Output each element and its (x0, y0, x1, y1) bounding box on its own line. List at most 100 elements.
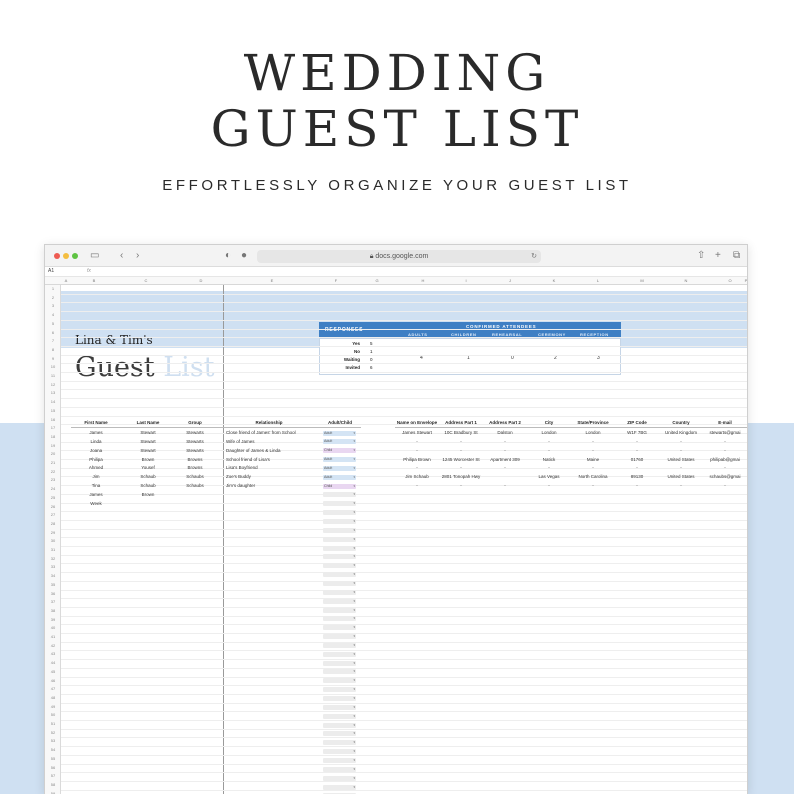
freeze-line[interactable] (223, 285, 224, 794)
relationship-cell[interactable]: Close friend of James' from School (226, 430, 316, 435)
adult-child-dropdown[interactable]: ▾ (323, 536, 356, 542)
row-number[interactable]: 57 (45, 773, 60, 778)
address-cell[interactable]: - (703, 465, 747, 470)
address-cell[interactable]: United Kingdom (659, 430, 703, 435)
maximize-window-button[interactable] (72, 253, 78, 259)
table-cell[interactable]: Stewart (123, 430, 173, 435)
column-letter[interactable]: N (682, 278, 690, 283)
row-number[interactable]: 42 (45, 643, 60, 648)
table-cell[interactable]: James (71, 430, 121, 435)
chevron-down-icon[interactable]: ▾ (353, 714, 355, 719)
row-number[interactable]: 48 (45, 695, 60, 700)
row-number[interactable]: 45 (45, 669, 60, 674)
chevron-down-icon[interactable]: ▾ (353, 776, 355, 781)
address-cell[interactable]: - (527, 439, 571, 444)
address-cell[interactable]: - (659, 465, 703, 470)
share-icon[interactable]: ⇧ (697, 249, 705, 263)
address-cell[interactable]: James Stewart (395, 430, 439, 435)
adult-child-dropdown[interactable]: ▾ (323, 687, 356, 693)
address-cell[interactable]: - (527, 448, 571, 453)
table-cell[interactable]: Joana (71, 448, 121, 453)
address-cell[interactable]: - (703, 483, 747, 488)
row-number[interactable]: 25 (45, 495, 60, 500)
row-number[interactable]: 26 (45, 504, 60, 509)
table-cell[interactable]: Jim (71, 474, 121, 479)
column-letter[interactable]: J (506, 278, 514, 283)
address-cell[interactable]: - (483, 483, 527, 488)
chevron-down-icon[interactable]: ▾ (353, 528, 355, 533)
row-number[interactable]: 37 (45, 599, 60, 604)
adult-child-dropdown[interactable]: ▾ (323, 598, 356, 604)
adult-child-dropdown[interactable]: Adult ▾ (323, 465, 356, 471)
address-cell[interactable]: 01760 (615, 457, 659, 462)
column-letter[interactable]: M (638, 278, 646, 283)
address-cell[interactable]: Natick (527, 457, 571, 462)
column-letter[interactable]: G (373, 278, 381, 283)
adult-child-dropdown[interactable]: ▾ (323, 580, 356, 586)
column-letter[interactable]: C (142, 278, 150, 283)
chevron-down-icon[interactable]: ▾ (353, 678, 355, 683)
address-cell[interactable]: - (659, 448, 703, 453)
row-number[interactable]: 21 (45, 460, 60, 465)
address-cell[interactable]: - (395, 483, 439, 488)
row-number[interactable]: 22 (45, 469, 60, 474)
row-number[interactable]: 17 (45, 425, 60, 430)
address-cell[interactable]: - (615, 465, 659, 470)
address-cell[interactable]: 10C Bradbury St (439, 430, 483, 435)
table-cell[interactable]: Schaubs (175, 474, 215, 479)
row-number[interactable]: 46 (45, 678, 60, 683)
address-cell[interactable]: - (659, 483, 703, 488)
chevron-down-icon[interactable]: ▾ (353, 669, 355, 674)
address-cell[interactable]: Jim Schaub (395, 474, 439, 479)
minimize-window-button[interactable] (63, 253, 69, 259)
address-cell[interactable]: - (439, 439, 483, 444)
relationship-cell[interactable]: Lisa's Boyfriend (226, 465, 316, 470)
row-number[interactable]: 38 (45, 608, 60, 613)
column-letter[interactable]: L (594, 278, 602, 283)
table-cell[interactable]: Yousef (123, 465, 173, 470)
row-number[interactable]: 16 (45, 417, 60, 422)
chevron-down-icon[interactable]: ▾ (353, 431, 355, 436)
address-cell[interactable]: 89130 (615, 474, 659, 479)
row-number[interactable]: 49 (45, 704, 60, 709)
relationship-cell[interactable]: Daughter of James & Linda (226, 448, 316, 453)
row-number[interactable]: 36 (45, 591, 60, 596)
column-letter[interactable]: H (419, 278, 427, 283)
address-cell[interactable]: - (571, 439, 615, 444)
row-number[interactable]: 5 (45, 321, 60, 326)
row-number[interactable]: 6 (45, 330, 60, 335)
row-number[interactable]: 20 (45, 451, 60, 456)
chevron-down-icon[interactable]: ▾ (353, 590, 355, 595)
table-cell[interactable]: Ahmed (71, 465, 121, 470)
row-number[interactable]: 23 (45, 477, 60, 482)
table-cell[interactable]: Week (71, 501, 121, 506)
address-cell[interactable]: 2801 Tonopah Hwy (439, 474, 483, 479)
chevron-down-icon[interactable]: ▾ (353, 687, 355, 692)
row-number[interactable]: 30 (45, 538, 60, 543)
table-cell[interactable]: Schaubs (175, 483, 215, 488)
chevron-down-icon[interactable]: ▾ (353, 537, 355, 542)
address-cell[interactable]: Philipa Brown (395, 457, 439, 462)
address-cell[interactable]: - (439, 448, 483, 453)
close-window-button[interactable] (54, 253, 60, 259)
table-cell[interactable]: Stewart (123, 439, 173, 444)
adult-child-dropdown[interactable]: Child ▾ (323, 448, 356, 454)
row-number[interactable]: 12 (45, 382, 60, 387)
row-number[interactable]: 14 (45, 399, 60, 404)
adult-child-dropdown[interactable]: ▾ (323, 554, 356, 560)
row-number[interactable]: 35 (45, 582, 60, 587)
address-cell[interactable]: London (571, 430, 615, 435)
relationship-cell[interactable]: School friend of Lisa's (226, 457, 316, 462)
adult-child-dropdown[interactable]: Adult ▾ (323, 457, 356, 463)
row-number[interactable]: 18 (45, 434, 60, 439)
address-cell[interactable]: Las Vegas (527, 474, 571, 479)
adult-child-dropdown[interactable]: ▾ (323, 757, 356, 763)
adult-child-dropdown[interactable]: ▾ (323, 616, 356, 622)
row-number[interactable]: 10 (45, 364, 60, 369)
new-tab-icon[interactable]: + (715, 249, 721, 263)
chevron-down-icon[interactable]: ▾ (353, 448, 355, 453)
address-cell[interactable]: Apartment 309 (483, 457, 527, 462)
formula-bar[interactable]: A1 fx (45, 267, 747, 277)
row-number[interactable]: 2 (45, 295, 60, 300)
row-number[interactable]: 59 (45, 791, 60, 794)
